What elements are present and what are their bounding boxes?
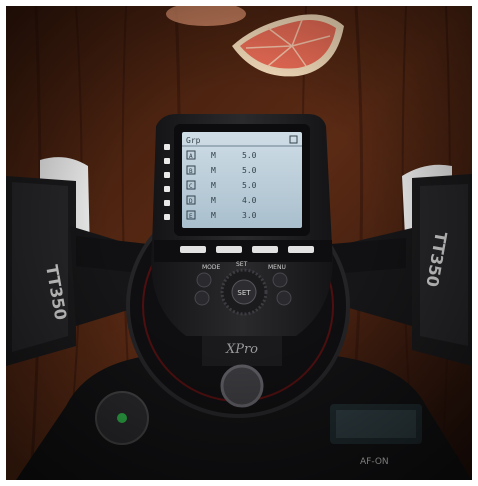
center-set-label: SET — [237, 289, 251, 297]
lcd-row-group: E — [189, 213, 193, 220]
brand-logo: XPro — [225, 342, 258, 357]
lcd-row-value: 3.0 — [242, 211, 257, 220]
lcd-row-mode: M — [211, 166, 216, 175]
right-button — [276, 290, 292, 306]
lcd-header: Grp — [186, 136, 201, 145]
lcd-row-value: 5.0 — [242, 166, 257, 175]
lcd-row-value: 5.0 — [242, 151, 257, 160]
mode-label: MODE — [202, 264, 221, 271]
lcd-row-group: A — [189, 153, 193, 160]
lcd-row-mode: M — [211, 181, 216, 190]
lcd-row-mode: M — [211, 196, 216, 205]
lcd-row-group: B — [189, 168, 193, 175]
camera-label: AF-ON — [360, 457, 389, 467]
lcd-row-value: 5.0 — [242, 181, 257, 190]
lcd-row-mode: M — [211, 151, 216, 160]
set-label: SET — [236, 261, 248, 268]
left-button — [194, 290, 210, 306]
lcd-row-mode: M — [211, 211, 216, 220]
mode-button — [196, 272, 212, 288]
lcd-row-group: D — [189, 198, 193, 205]
lcd-row-value: 4.0 — [242, 196, 257, 205]
menu-button — [272, 272, 288, 288]
product-photo: TT350 TT350 AF-ON XPro Grp AM 5.0 B M 5.… — [6, 6, 472, 480]
lcd-row-group: C — [189, 183, 193, 190]
menu-label: MENU — [268, 264, 286, 271]
